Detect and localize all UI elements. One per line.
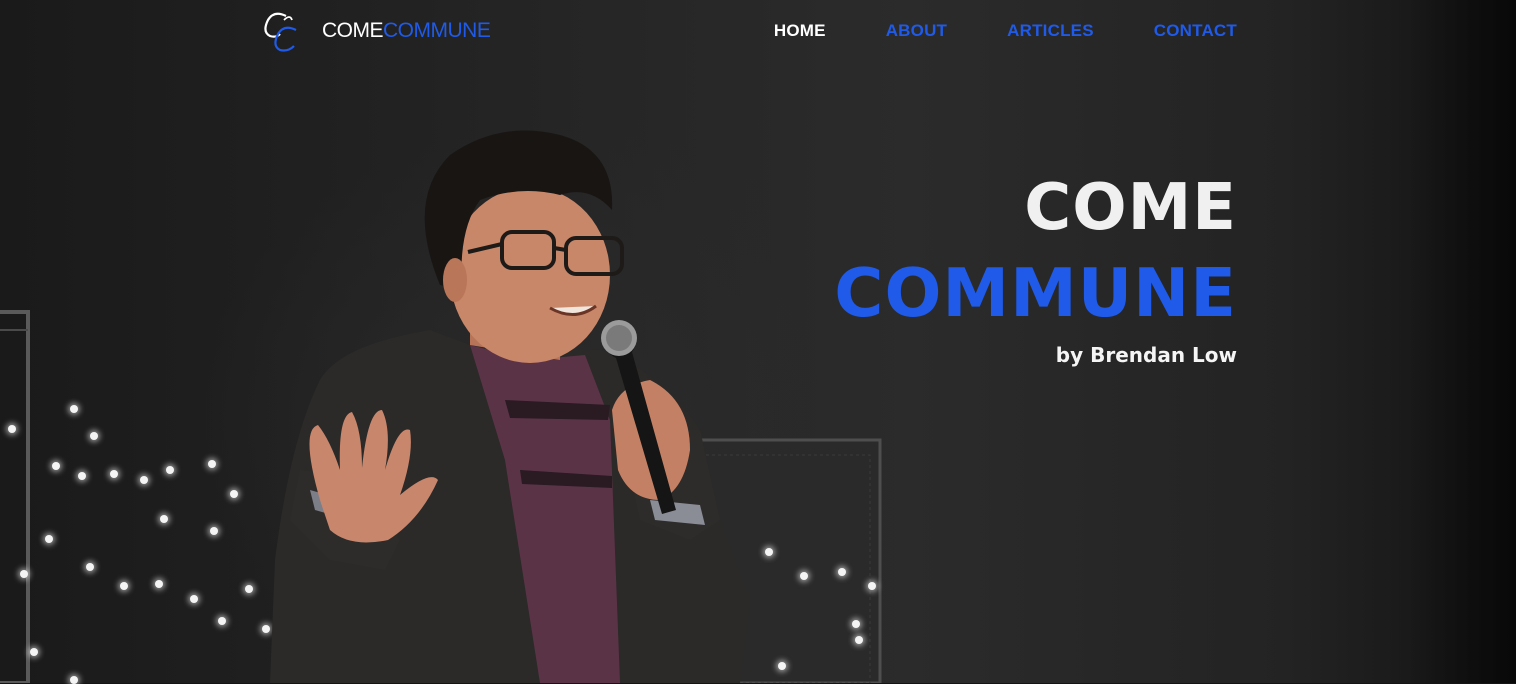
brand-name-part1: COME bbox=[322, 19, 384, 42]
hero-title-line1: COME bbox=[1024, 171, 1237, 245]
brand-name-part2: COMMUNE bbox=[383, 19, 491, 42]
nav-contact[interactable]: CONTACT bbox=[1154, 21, 1237, 41]
script-cc-logo-icon bbox=[264, 12, 297, 52]
main-nav: HOME ABOUT ARTICLES CONTACT bbox=[774, 21, 1237, 41]
hero-image-speaker bbox=[270, 130, 750, 683]
brand-logo[interactable]: COMECOMMUNE bbox=[262, 10, 491, 52]
hero-title: COME COMMUNE bbox=[834, 176, 1237, 327]
nav-home[interactable]: HOME bbox=[774, 21, 826, 41]
brand-name: COMECOMMUNE bbox=[322, 19, 491, 43]
nav-about[interactable]: ABOUT bbox=[886, 21, 947, 41]
nav-articles[interactable]: ARTICLES bbox=[1007, 21, 1094, 41]
right-vignette bbox=[1406, 0, 1516, 683]
hero-title-line2: COMMUNE bbox=[834, 254, 1237, 332]
hero-byline: by Brendan Low bbox=[1055, 343, 1237, 367]
